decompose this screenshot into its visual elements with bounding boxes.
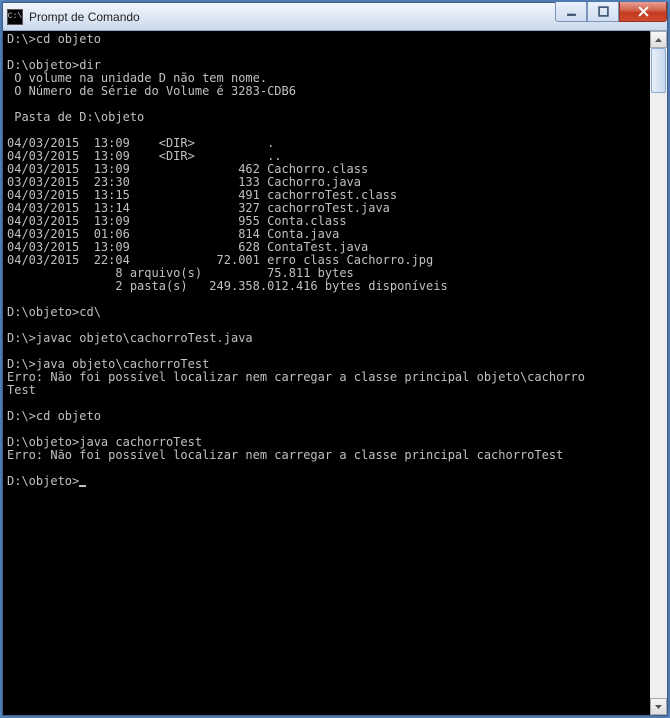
chevron-up-icon xyxy=(655,38,662,42)
chevron-down-icon xyxy=(655,705,662,709)
vertical-scrollbar[interactable] xyxy=(650,31,667,715)
window-title: Prompt de Comando xyxy=(29,10,140,24)
terminal-prompt: D:\objeto> xyxy=(7,474,79,488)
minimize-icon xyxy=(566,6,577,17)
scrollbar-thumb[interactable] xyxy=(651,48,666,93)
close-button[interactable] xyxy=(619,2,667,22)
titlebar[interactable]: C:\ Prompt de Comando xyxy=(3,3,667,31)
scrollbar-track[interactable] xyxy=(650,48,667,698)
app-icon: C:\ xyxy=(7,9,23,25)
close-icon xyxy=(638,6,649,17)
window-controls xyxy=(555,2,667,22)
cursor xyxy=(79,485,86,487)
maximize-button[interactable] xyxy=(587,2,619,22)
scroll-up-button[interactable] xyxy=(650,31,667,48)
minimize-button[interactable] xyxy=(555,2,587,22)
scroll-down-button[interactable] xyxy=(650,698,667,715)
content-area: D:\>cd objeto D:\objeto>dir O volume na … xyxy=(3,31,667,715)
terminal-output[interactable]: D:\>cd objeto D:\objeto>dir O volume na … xyxy=(3,31,650,715)
terminal-text: D:\>cd objeto D:\objeto>dir O volume na … xyxy=(7,32,585,462)
command-prompt-window: C:\ Prompt de Comando D:\>cd objeto D:\o… xyxy=(2,2,668,716)
maximize-icon xyxy=(598,6,609,17)
